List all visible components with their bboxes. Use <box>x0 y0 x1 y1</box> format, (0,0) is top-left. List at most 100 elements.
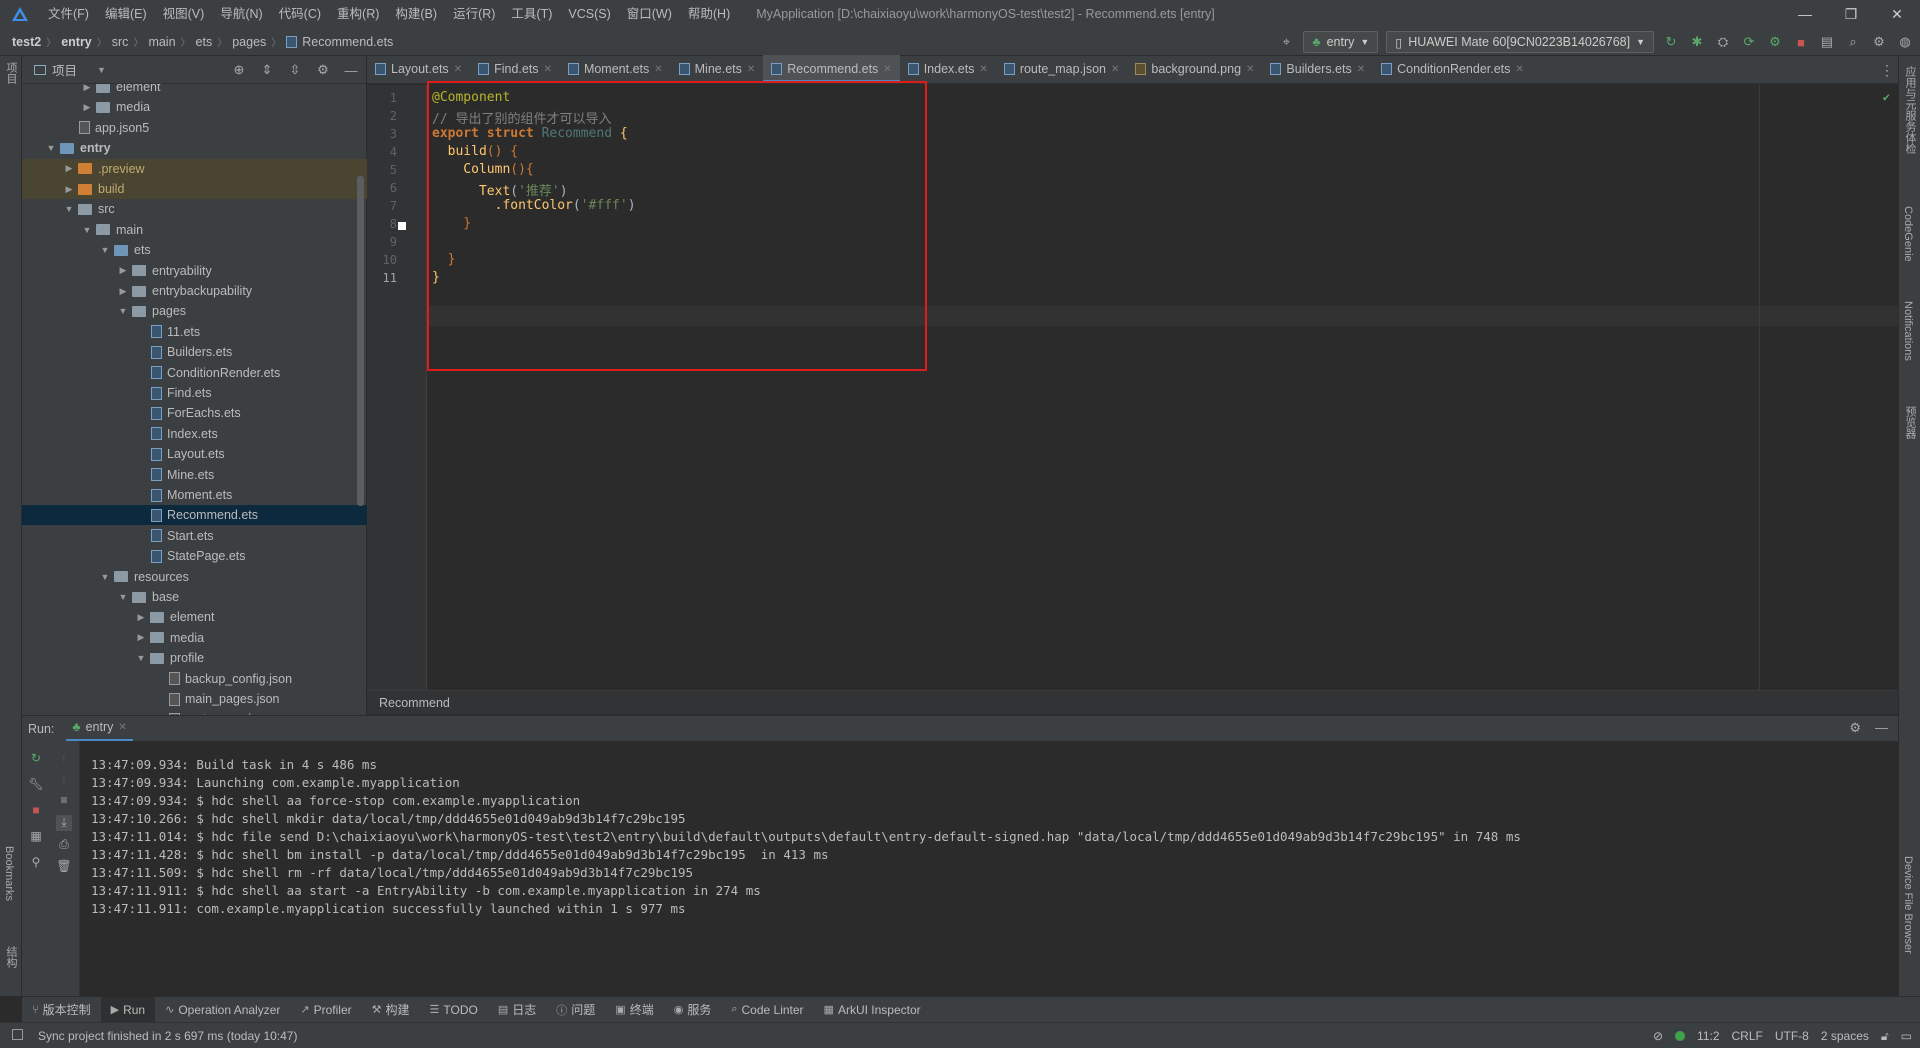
bottom-tool-tab[interactable]: ◉ 服务 <box>664 997 722 1023</box>
tree-item[interactable]: Moment.ets <box>22 485 367 505</box>
assistant-icon[interactable]: ◍ <box>1896 33 1914 51</box>
debug-icon[interactable]: ✱ <box>1688 33 1706 51</box>
settings-icon[interactable]: ⚙ <box>1870 33 1888 51</box>
breadcrumb-item[interactable]: src <box>112 35 129 49</box>
app-checkup-tool-button[interactable]: 应用与元服务体检 <box>1902 66 1918 154</box>
print-icon[interactable]: ⎙ <box>56 837 72 853</box>
line-ending[interactable]: CRLF <box>1732 1029 1763 1043</box>
breadcrumb-item[interactable]: ets <box>196 35 213 49</box>
caret-position[interactable]: 11:2 <box>1697 1029 1719 1043</box>
editor-tab[interactable]: Find.ets ✕ <box>470 55 560 83</box>
bottom-tool-tab[interactable]: ▶ Run <box>100 996 156 1023</box>
panel-toggle-icon[interactable] <box>12 1029 23 1040</box>
close-icon[interactable]: ✕ <box>1246 64 1254 75</box>
editor-tab[interactable]: Mine.ets ✕ <box>671 55 764 83</box>
editor-breadcrumb-footer[interactable]: Recommend <box>367 690 1898 714</box>
breadcrumb-item[interactable]: pages <box>232 35 266 49</box>
breadcrumb-item[interactable]: Recommend.ets <box>302 35 393 49</box>
hide-panel-icon[interactable]: — <box>1875 720 1888 736</box>
tree-item[interactable]: StatePage.ets <box>22 546 367 566</box>
device-selector[interactable]: ▯ HUAWEI Mate 60[9CN0223B14026768] ▼ <box>1386 31 1654 53</box>
editor-tab[interactable]: route_map.json ✕ <box>996 55 1128 83</box>
tree-scrollbar[interactable] <box>357 176 364 506</box>
restore-button[interactable]: ❐ <box>1828 0 1874 28</box>
module-selector[interactable]: ♣ entry ▼ <box>1303 31 1379 53</box>
collapse-all-icon[interactable]: ⇳ <box>286 61 304 79</box>
tree-item[interactable]: main_pages.json <box>22 689 367 709</box>
editor-tab[interactable]: Moment.ets ✕ <box>560 55 671 83</box>
chevron-down-icon[interactable]: ▼ <box>98 572 112 582</box>
notifications-tool-button[interactable]: Notifications <box>1902 301 1914 361</box>
menu-item[interactable]: 运行(R) <box>445 0 503 28</box>
apply-changes-icon[interactable]: ⟳ <box>1740 33 1758 51</box>
run-config-tab[interactable]: ♣ entry ✕ <box>66 716 133 742</box>
tree-item[interactable]: Find.ets <box>22 383 367 403</box>
close-icon[interactable]: ✕ <box>1357 64 1365 75</box>
chevron-down-icon[interactable]: ▼ <box>116 306 130 316</box>
chevron-down-icon[interactable]: ▼ <box>44 143 58 153</box>
menu-item[interactable]: 文件(F) <box>40 0 97 28</box>
chevron-right-icon[interactable]: ▶ <box>134 612 148 623</box>
hide-icon[interactable]: ⊘ <box>1653 1029 1663 1043</box>
breadcrumb-item[interactable]: test2 <box>12 35 41 49</box>
tree-item[interactable]: ConditionRender.ets <box>22 363 367 383</box>
chevron-down-icon[interactable]: ▼ <box>134 653 148 663</box>
close-icon[interactable]: ✕ <box>654 64 662 75</box>
menu-item[interactable]: 构建(B) <box>387 0 445 28</box>
tree-item[interactable]: ▼ ets <box>22 240 367 260</box>
previewer-tool-button[interactable]: 预览器 <box>1902 406 1918 439</box>
bookmarks-tool-button[interactable]: Bookmarks <box>3 846 15 901</box>
more-tabs-icon[interactable]: ⋮ <box>1880 62 1894 79</box>
tree-item[interactable]: ▶ entryability <box>22 261 367 281</box>
tree-item[interactable]: ▶ media <box>22 97 367 117</box>
chevron-right-icon[interactable]: ▶ <box>116 265 130 276</box>
bottom-tool-tab[interactable]: ▤ 日志 <box>488 997 546 1023</box>
stop-icon[interactable]: ■ <box>28 803 44 819</box>
menu-item[interactable]: 导航(N) <box>212 0 270 28</box>
editor-tab[interactable]: Recommend.ets ✕ <box>763 55 900 83</box>
search-icon[interactable]: ⌕ <box>1844 33 1862 51</box>
tree-item[interactable]: Mine.ets <box>22 465 367 485</box>
bottom-tool-tab[interactable]: ↗ Profiler <box>290 997 361 1023</box>
arrow-down-icon[interactable]: ↓ <box>56 771 72 787</box>
menu-item[interactable]: 编辑(E) <box>97 0 155 28</box>
editor-tab[interactable]: Index.ets ✕ <box>900 55 996 83</box>
tree-item[interactable]: ▼ main <box>22 220 367 240</box>
codegenie-tool-button[interactable]: CodeGenie <box>1902 206 1914 262</box>
menu-item[interactable]: 视图(V) <box>155 0 213 28</box>
bottom-tool-tab[interactable]: ▣ 终端 <box>605 997 663 1023</box>
tree-item[interactable]: app.json5 <box>22 118 367 138</box>
menu-item[interactable]: 帮助(H) <box>680 0 738 28</box>
breadcrumb-item[interactable]: main <box>148 35 175 49</box>
bottom-tool-tab[interactable]: ⌕ Code Linter <box>721 997 813 1023</box>
tree-item[interactable]: Recommend.ets <box>22 505 367 526</box>
chevron-down-icon[interactable]: ▼ <box>62 204 76 214</box>
tree-item[interactable]: ▶ build <box>22 179 367 199</box>
menu-item[interactable]: VCS(S) <box>560 0 618 28</box>
chevron-right-icon[interactable]: ▶ <box>62 184 76 195</box>
stop-icon[interactable]: ■ <box>1792 33 1810 51</box>
tree-item[interactable]: Layout.ets <box>22 444 367 464</box>
tree-item[interactable]: ▶ .preview <box>22 158 367 179</box>
tree-item[interactable]: ▼ resources <box>22 567 367 587</box>
close-icon[interactable]: ✕ <box>1111 64 1119 75</box>
structure-tool-button[interactable]: 结构 <box>3 946 19 968</box>
bottom-tool-tab[interactable]: ☰ TODO <box>420 997 488 1023</box>
status-message[interactable]: Sync project finished in 2 s 697 ms (tod… <box>38 1029 297 1043</box>
memory-indicator-icon[interactable]: ▭ <box>1901 1029 1912 1043</box>
editor-tab[interactable]: background.png ✕ <box>1127 55 1262 83</box>
close-icon[interactable]: ✕ <box>747 64 755 75</box>
close-icon[interactable]: ✕ <box>1515 64 1523 75</box>
tree-item[interactable]: ▶ element <box>22 607 367 627</box>
close-icon[interactable]: ✕ <box>118 722 126 733</box>
bottom-tool-tab[interactable]: ⚒ 构建 <box>362 997 420 1023</box>
gear-icon[interactable]: ⚙ <box>314 61 332 79</box>
locate-icon[interactable]: ⊕ <box>230 61 248 79</box>
menu-item[interactable]: 代码(C) <box>271 0 329 28</box>
tree-item[interactable]: ▼ entry <box>22 138 367 158</box>
close-window-button[interactable]: ✕ <box>1874 0 1920 28</box>
tree-item[interactable]: ▼ src <box>22 199 367 219</box>
editor-tab[interactable]: Builders.ets ✕ <box>1262 55 1373 83</box>
editor-tab[interactable]: Layout.ets ✕ <box>367 55 470 83</box>
close-icon[interactable]: ✕ <box>544 64 552 75</box>
